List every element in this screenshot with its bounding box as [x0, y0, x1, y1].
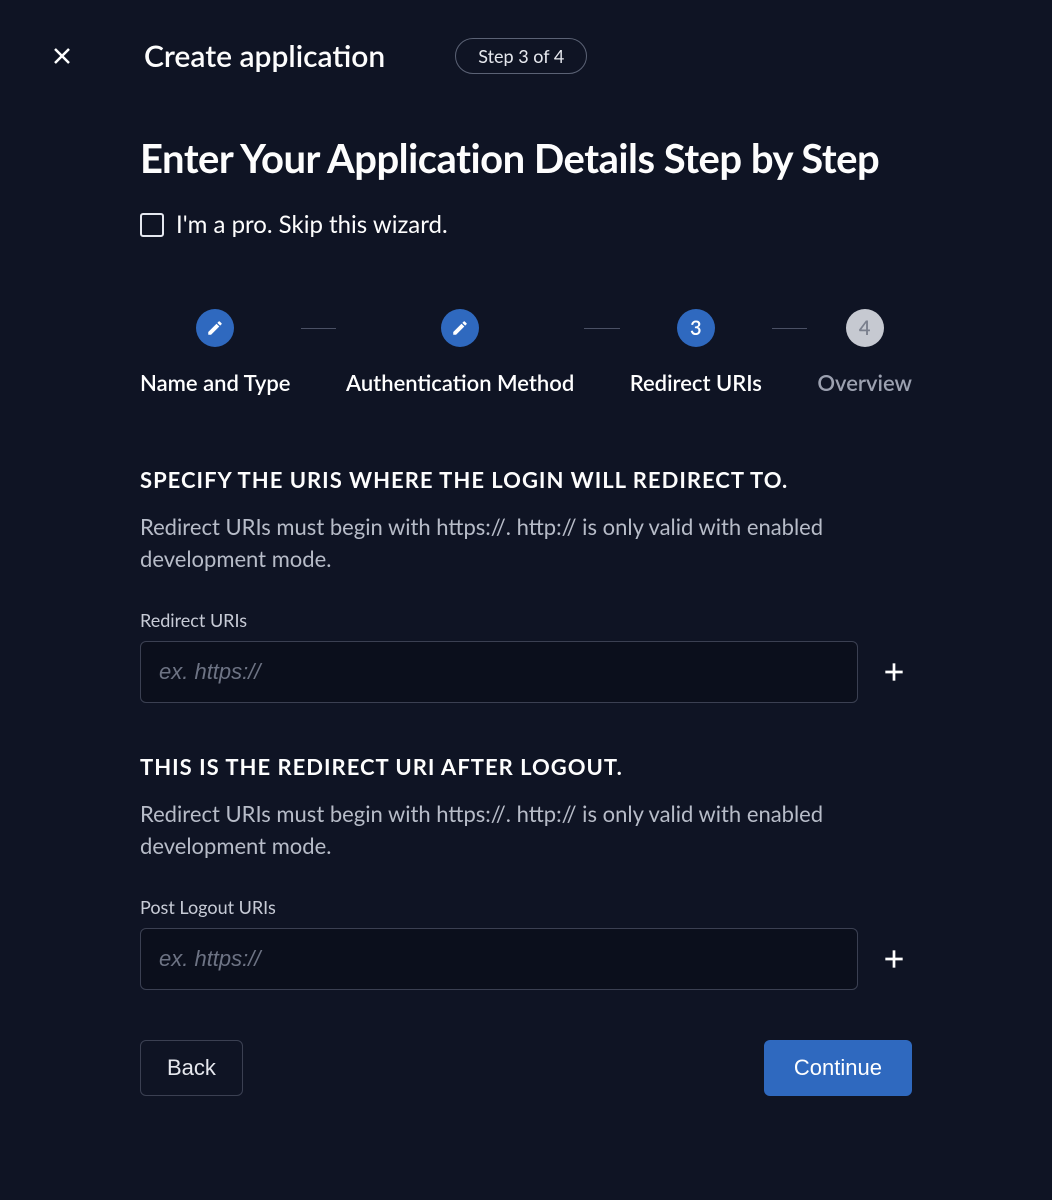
step-overview[interactable]: 4 Overview	[817, 309, 912, 396]
step-authentication-method[interactable]: Authentication Method	[346, 309, 574, 396]
redirect-uri-field-row	[140, 641, 912, 703]
stepper: Name and Type Authentication Method 3 Re…	[140, 309, 912, 396]
section-title: THIS IS THE REDIRECT URI AFTER LOGOUT.	[140, 753, 912, 780]
step-redirect-uris[interactable]: 3 Redirect URIs	[630, 309, 762, 396]
content: Enter Your Application Details Step by S…	[0, 134, 1052, 1096]
skip-checkbox[interactable]	[140, 213, 164, 237]
step-label: Name and Type	[140, 369, 291, 396]
skip-row: I'm a pro. Skip this wizard.	[140, 210, 912, 239]
footer: Back Continue	[140, 1040, 912, 1096]
field-label: Redirect URIs	[140, 609, 912, 631]
step-connector	[584, 328, 620, 329]
post-logout-uris-section: THIS IS THE REDIRECT URI AFTER LOGOUT. R…	[140, 753, 912, 990]
step-number: 4	[846, 309, 884, 347]
header-title: Create application	[144, 38, 385, 74]
plus-icon	[881, 659, 907, 685]
post-logout-uri-field-row	[140, 928, 912, 990]
step-connector	[772, 328, 808, 329]
step-badge: Step 3 of 4	[455, 38, 587, 74]
redirect-uri-input[interactable]	[140, 641, 858, 703]
add-redirect-uri-button[interactable]	[876, 654, 912, 690]
section-description: Redirect URIs must begin with https://. …	[140, 798, 912, 862]
plus-icon	[881, 946, 907, 972]
field-label: Post Logout URIs	[140, 896, 912, 918]
pencil-icon	[441, 309, 479, 347]
post-logout-uri-input[interactable]	[140, 928, 858, 990]
step-number: 3	[677, 309, 715, 347]
continue-button[interactable]: Continue	[764, 1040, 912, 1096]
pencil-icon	[196, 309, 234, 347]
step-label: Overview	[817, 369, 912, 396]
back-button[interactable]: Back	[140, 1040, 243, 1096]
close-icon	[50, 44, 74, 68]
step-label: Redirect URIs	[630, 369, 762, 396]
skip-label: I'm a pro. Skip this wizard.	[176, 210, 448, 239]
page-title: Enter Your Application Details Step by S…	[140, 134, 912, 182]
add-post-logout-uri-button[interactable]	[876, 941, 912, 977]
step-name-and-type[interactable]: Name and Type	[140, 309, 291, 396]
header: Create application Step 3 of 4	[0, 0, 1052, 94]
redirect-uris-section: SPECIFY THE URIS WHERE THE LOGIN WILL RE…	[140, 466, 912, 703]
step-label: Authentication Method	[346, 369, 574, 396]
section-title: SPECIFY THE URIS WHERE THE LOGIN WILL RE…	[140, 466, 912, 493]
step-connector	[301, 328, 337, 329]
section-description: Redirect URIs must begin with https://. …	[140, 511, 912, 575]
close-button[interactable]	[44, 38, 80, 74]
